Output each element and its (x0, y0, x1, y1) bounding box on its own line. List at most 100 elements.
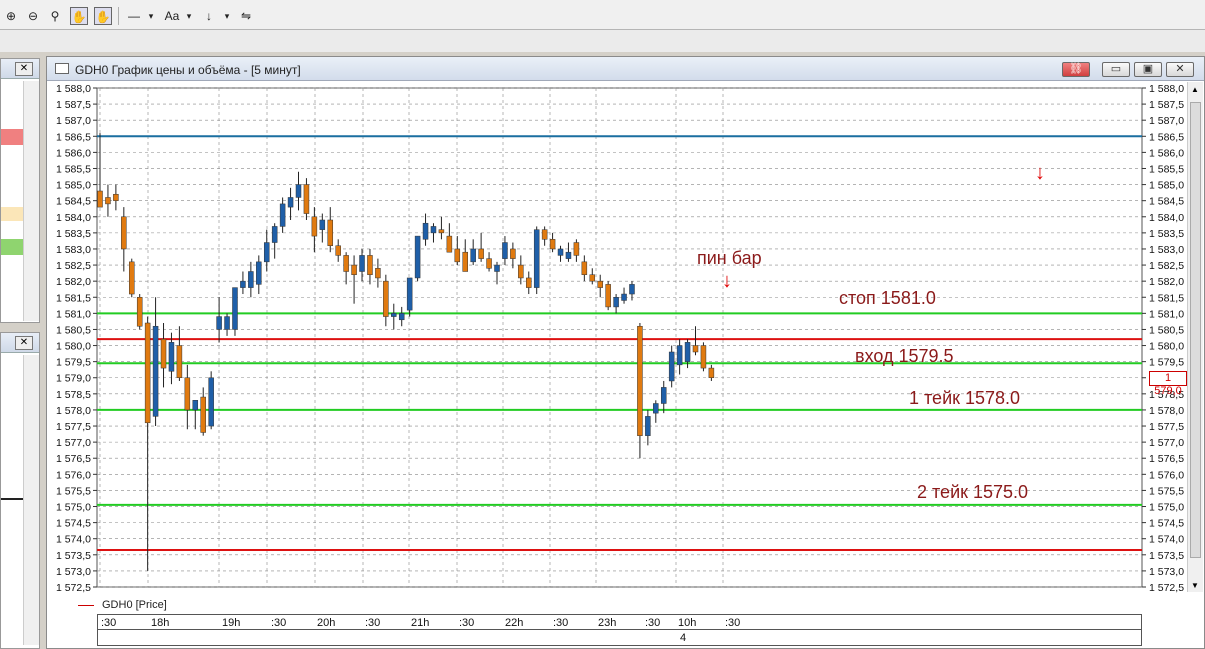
time-axis[interactable]: :30 18h 19h :30 20h :30 21h :30 22h :30 … (97, 614, 1142, 646)
scroll-down-icon[interactable]: ▼ (1191, 581, 1199, 590)
y-tick-label-left: 1 584,0 (56, 212, 91, 224)
scroll-up-icon[interactable]: ▲ (1191, 85, 1199, 94)
candle-body (549, 239, 556, 250)
y-tick-label-right: 1 583,5 (1149, 228, 1184, 240)
candle-body (398, 313, 405, 321)
y-tick-label-left: 1 578,5 (56, 389, 91, 401)
y-tick-label-right: 1 584,5 (1149, 196, 1184, 208)
candle-body (113, 193, 119, 201)
x-tick-label: :30 (459, 617, 475, 629)
annotation-arrow-down-icon: ↓ (722, 270, 732, 292)
y-tick-label-left: 1 584,5 (56, 196, 91, 208)
y-tick-label-left: 1 585,5 (56, 163, 91, 175)
candle-body (676, 345, 683, 366)
candle-body (224, 316, 230, 330)
candle-body (510, 248, 516, 259)
y-tick-label-left: 1 582,0 (56, 276, 91, 288)
x-tick-label: :30 (101, 617, 117, 629)
candle-body (565, 251, 572, 259)
y-tick-label-left: 1 581,5 (56, 292, 91, 304)
y-tick-label-right: 1 574,5 (1149, 518, 1184, 530)
candle-body (335, 245, 341, 256)
candle-body (121, 216, 127, 250)
candle-body (327, 219, 334, 246)
y-tick-label-left: 1 576,5 (56, 453, 91, 465)
y-tick-label-left: 1 586,5 (56, 131, 91, 143)
y-tick-label-left: 1 579,5 (56, 357, 91, 369)
legend-series-name: GDH0 [Price] (102, 599, 167, 611)
candle-body (375, 268, 381, 279)
y-tick-label-right: 1 580,5 (1149, 324, 1184, 336)
candle-body (184, 377, 191, 411)
annotation-stop: стоп 1581.0 (839, 288, 936, 308)
y-tick-label-left: 1 585,0 (56, 180, 91, 192)
candle-body (256, 261, 262, 285)
y-tick-label-left: 1 583,0 (56, 244, 91, 256)
y-tick-label-right: 1 587,5 (1149, 99, 1184, 111)
price-chart[interactable]: 1 588,0 1 588,0 1 587,5 1 587,5 1 587,0 1 587… (0, 0, 1205, 649)
vertical-scrollbar[interactable]: ▲ ▼ (1187, 82, 1203, 592)
y-tick-label-right: 1 576,5 (1149, 453, 1184, 465)
candle-body (597, 280, 603, 288)
candle-body (406, 277, 413, 311)
candle-body (462, 251, 468, 272)
candle-body (645, 416, 651, 436)
y-tick-label-right: 1 585,5 (1149, 163, 1184, 175)
y-tick-label-left: 1 587,5 (56, 99, 91, 111)
x-tick-label: 23h (598, 617, 617, 629)
candle-body (351, 264, 357, 275)
y-tick-label-left: 1 574,5 (56, 518, 91, 530)
scrollbar-thumb[interactable] (1190, 102, 1201, 558)
x-tick-label: :30 (365, 617, 381, 629)
candle-body (176, 345, 183, 378)
y-tick-label-left: 1 575,5 (56, 485, 91, 497)
y-tick-label-right: 1 579,5 (1149, 357, 1184, 369)
candle-body (692, 345, 699, 353)
x-tick-label: :30 (553, 617, 569, 629)
candle-body (168, 342, 175, 372)
x-tick-label: :30 (725, 617, 741, 629)
candle-body (136, 297, 143, 327)
annotation-entry: вход 1579.5 (855, 346, 954, 366)
candle-body (438, 229, 445, 234)
candle-body (192, 400, 199, 411)
x-tick-label: :30 (645, 617, 661, 629)
candle-body (208, 377, 214, 427)
candle-body (454, 248, 461, 263)
y-tick-label-right: 1 572,5 (1149, 582, 1184, 594)
candle-body (668, 351, 675, 382)
y-tick-label-right: 1 577,0 (1149, 437, 1184, 449)
chart-legend: GDH0 [Price] (46, 598, 1146, 614)
candle-body (446, 235, 453, 253)
y-tick-label-right: 1 581,5 (1149, 292, 1184, 304)
y-tick-label-right: 1 577,5 (1149, 421, 1184, 433)
candle-body (518, 264, 524, 279)
candle-body (700, 345, 707, 369)
y-tick-label-left: 1 574,0 (56, 534, 91, 546)
x-tick-label: 18h (151, 617, 170, 629)
y-tick-label-left: 1 573,0 (56, 566, 91, 578)
y-tick-label-right: 1 584,0 (1149, 212, 1184, 224)
legend-swatch (78, 605, 94, 606)
y-tick-label-left: 1 573,5 (56, 550, 91, 562)
plot-area (96, 87, 1143, 588)
x-date-label: 4 (680, 632, 687, 644)
annotation-take1: 1 тейк 1578.0 (909, 388, 1021, 408)
y-tick-label-right: 1 582,0 (1149, 276, 1184, 288)
annotation-take2: 2 тейк 1575.0 (917, 482, 1029, 502)
candle-body (240, 280, 246, 288)
current-price-label: 1 579,0 (1149, 371, 1187, 397)
y-tick-label-right: 1 587,0 (1149, 115, 1184, 127)
candle-body (359, 255, 365, 272)
candle-body (303, 184, 310, 214)
candle-body (232, 287, 238, 330)
candle-body (216, 316, 222, 330)
y-tick-label-right: 1 588,0 (1149, 83, 1184, 95)
candle-body (573, 242, 580, 256)
candle-body (279, 203, 286, 227)
y-tick-label-right: 1 573,0 (1149, 566, 1184, 578)
y-tick-label-right: 1 575,5 (1149, 485, 1184, 497)
candle-body (533, 229, 540, 288)
candle-body (613, 297, 619, 308)
candle-body (271, 226, 278, 243)
